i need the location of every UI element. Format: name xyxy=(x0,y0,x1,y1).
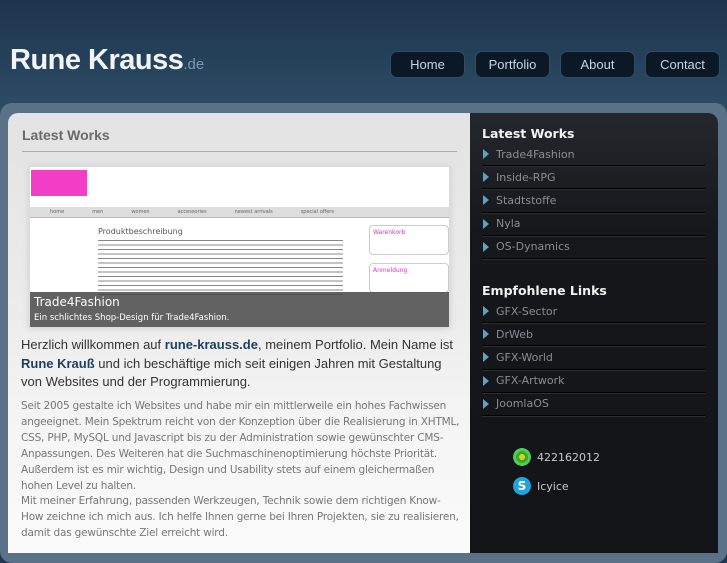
skype-icon: S xyxy=(513,477,531,495)
main-nav: Home Portfolio About Contact xyxy=(390,51,720,78)
nav-portfolio[interactable]: Portfolio xyxy=(475,51,550,78)
link-item[interactable]: GFX-Sector xyxy=(482,300,705,324)
slideshow[interactable]: home men women accessories newest arriva… xyxy=(29,166,450,328)
arrow-icon xyxy=(483,149,489,160)
arrow-icon xyxy=(483,329,489,340)
works-item[interactable]: Trade4Fashion xyxy=(482,143,705,167)
trade4fashion-logo xyxy=(31,170,87,196)
paragraph-2: Mit meiner Erfahrung, passenden Werkzeug… xyxy=(21,495,459,539)
logo-suffix: .de xyxy=(183,56,205,73)
icq-contact: 422162012 xyxy=(513,448,600,466)
icq-number: 422162012 xyxy=(537,450,600,464)
arrow-icon xyxy=(483,398,489,409)
slide-caption: Trade4Fashion Ein schlichtes Shop-Design… xyxy=(30,292,449,327)
arrow-icon xyxy=(483,241,489,252)
icq-icon xyxy=(513,448,531,466)
section-title: Latest Works xyxy=(22,127,110,143)
site-logo[interactable]: Rune Krauss.de xyxy=(10,44,204,77)
divider xyxy=(22,151,457,152)
intro-text: Herzlich willkommen auf rune-krauss.de, … xyxy=(21,336,461,392)
works-title: Latest Works xyxy=(482,126,575,141)
nav-home[interactable]: Home xyxy=(390,51,465,78)
works-item[interactable]: Stadtstoffe xyxy=(482,189,705,213)
item-label: OS-Dynamics xyxy=(496,240,570,254)
main-content: Latest Works home men women accessories … xyxy=(8,113,470,553)
item-label: GFX-World xyxy=(496,350,553,364)
works-list: Trade4Fashion Inside-RPG Stadtstoffe Nyl… xyxy=(482,143,705,259)
link-item[interactable]: DrWeb xyxy=(482,323,705,347)
screenshot-login: Anmeldung xyxy=(369,263,449,293)
item-label: Inside-RPG xyxy=(496,170,556,184)
arrow-icon xyxy=(483,375,489,386)
item-label: JoomlaOS xyxy=(496,397,549,411)
link-item[interactable]: GFX-Artwork xyxy=(482,370,705,393)
arrow-icon xyxy=(483,352,489,363)
site-name: rune-krauss.de xyxy=(164,337,258,352)
arrow-icon xyxy=(483,172,489,183)
arrow-icon xyxy=(483,195,489,206)
works-item[interactable]: Inside-RPG xyxy=(482,166,705,190)
intro-part: Herzlich willkommen auf xyxy=(21,337,165,352)
sidebar: Latest Works Trade4Fashion Inside-RPG St… xyxy=(470,113,718,553)
screenshot-nav-item: women xyxy=(131,209,150,215)
screenshot-cart: Warenkorb xyxy=(369,225,449,255)
slide-subtitle: Ein schlichtes Shop-Design für Trade4Fas… xyxy=(34,313,230,323)
slide-title: Trade4Fashion xyxy=(34,295,120,309)
item-label: Nyla xyxy=(496,217,521,231)
logo-text: Rune Krauss xyxy=(10,44,184,76)
intro-part: , meinem Portfolio. Mein Name ist xyxy=(257,337,454,352)
links-list: GFX-Sector DrWeb GFX-World GFX-Artwork J… xyxy=(482,300,705,416)
arrow-icon xyxy=(483,218,489,229)
screenshot-nav: home men women accessories newest arriva… xyxy=(30,207,449,218)
paragraph-1: Seit 2005 gestalte ich Websites und habe… xyxy=(21,400,460,492)
screenshot-nav-item: home xyxy=(50,209,65,215)
works-item[interactable]: Nyla xyxy=(482,213,705,236)
links-title: Empfohlene Links xyxy=(482,283,607,298)
screenshot-nav-item: newest arrivals xyxy=(234,209,273,215)
link-item[interactable]: GFX-World xyxy=(482,346,705,370)
item-label: Stadtstoffe xyxy=(496,193,557,207)
item-label: DrWeb xyxy=(496,327,533,341)
screenshot-nav-item: special offers xyxy=(300,209,334,215)
works-item[interactable]: OS-Dynamics xyxy=(482,236,705,259)
link-item[interactable]: JoomlaOS xyxy=(482,393,705,416)
item-label: GFX-Artwork xyxy=(496,374,565,388)
screenshot-nav-item: men xyxy=(92,209,104,215)
item-label: GFX-Sector xyxy=(496,304,558,318)
screenshot-heading: Produktbeschreibung xyxy=(98,227,183,236)
skype-name: Icyice xyxy=(537,479,569,493)
author-name: Rune Krauß xyxy=(21,355,95,371)
item-label: Trade4Fashion xyxy=(496,147,575,161)
nav-about[interactable]: About xyxy=(560,51,635,78)
arrow-icon xyxy=(483,306,489,317)
screenshot-text xyxy=(98,238,343,298)
skype-contact: S Icyice xyxy=(513,477,569,495)
screenshot-nav-item: accessories xyxy=(177,209,207,215)
nav-contact[interactable]: Contact xyxy=(645,51,720,78)
